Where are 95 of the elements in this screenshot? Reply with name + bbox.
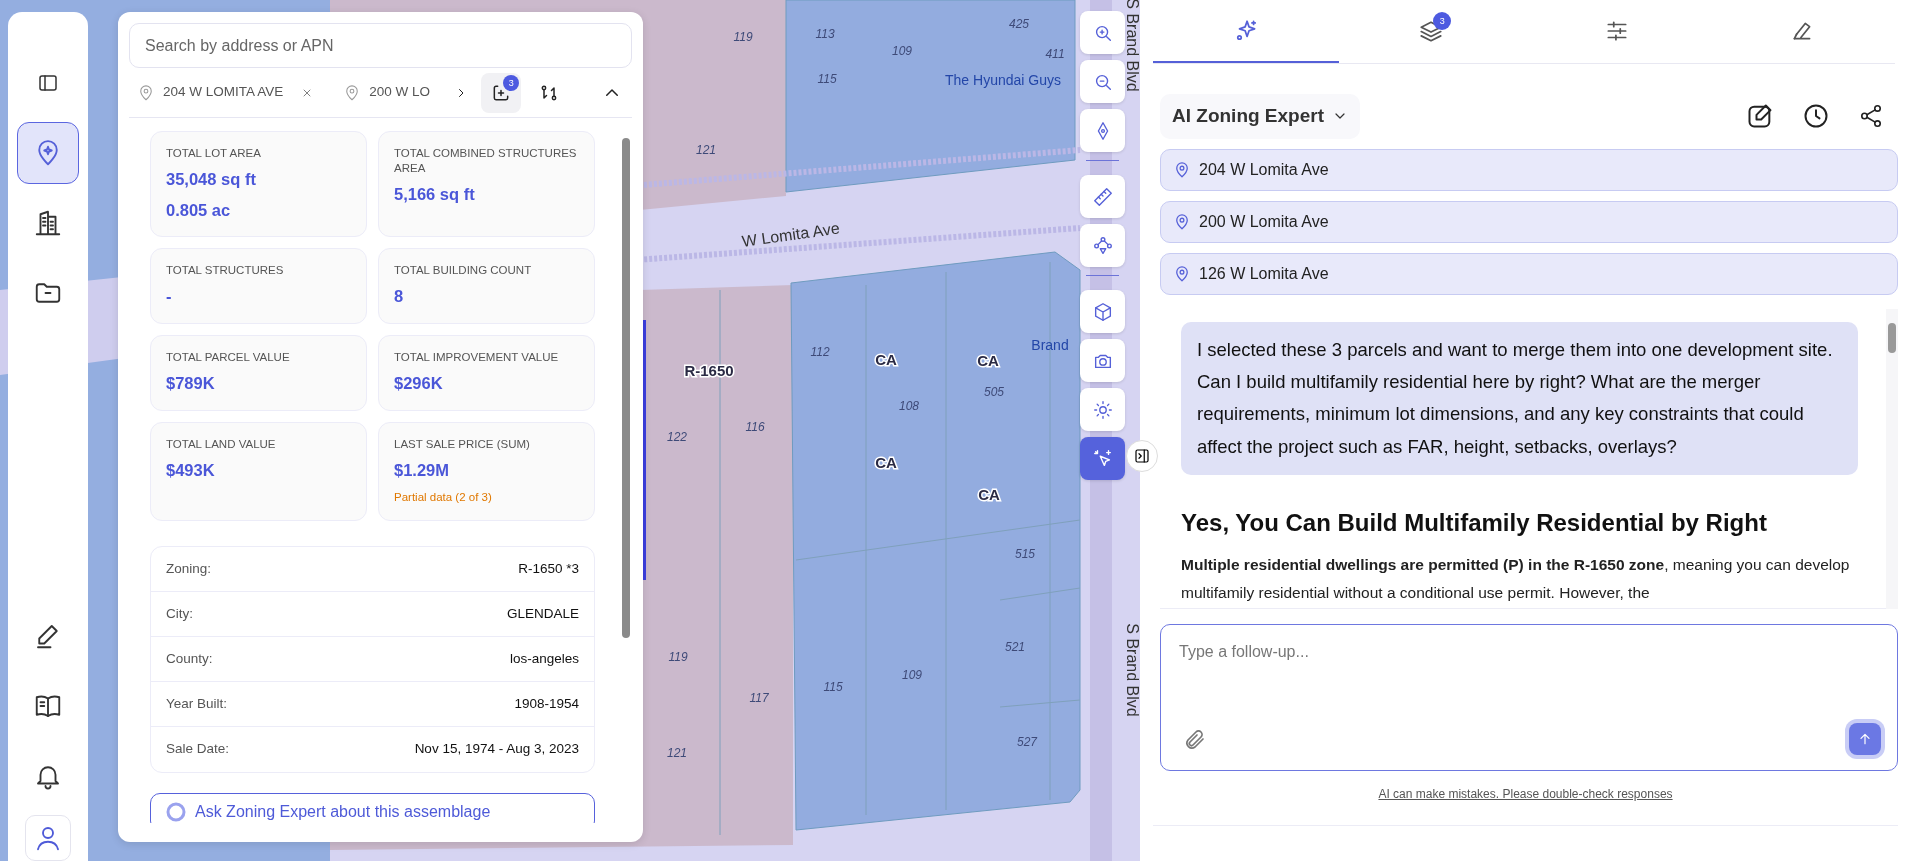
lot-number: 109	[902, 668, 922, 683]
address-text: 204 W Lomita Ave	[1199, 159, 1329, 180]
map-tool-button[interactable]	[1080, 175, 1125, 218]
stat-value: $493K	[166, 459, 216, 481]
stat-value: 35,048 sq ft	[166, 168, 257, 190]
scrollbar[interactable]	[1886, 308, 1898, 609]
stat-label: TOTAL LAND VALUE	[166, 436, 277, 452]
stat-label: TOTAL STRUCTURES	[166, 263, 285, 279]
panel-tab[interactable]: 3	[1338, 0, 1524, 63]
map-tool-button[interactable]	[1080, 109, 1125, 152]
user-message: I selected these 3 parcels and want to merge them into one development site. Can I build multifamily residential here by right? What are the merger requirements, minimum lot dimensions, and any key constraints that could affect the project such as FAR, height, setbacks, overlays?	[1181, 321, 1858, 475]
stat-value: 8	[394, 286, 405, 308]
zone-label: CA	[875, 453, 897, 471]
lot-number: 117	[749, 691, 769, 706]
detail-value: R-1650 *3	[518, 559, 579, 578]
detail-value: GLENDALE	[506, 604, 579, 623]
lot-number: 115	[817, 72, 837, 87]
map-tool-button[interactable]	[1080, 11, 1125, 54]
panel-toggle-icon	[1133, 446, 1151, 466]
building-icon	[33, 208, 63, 238]
lot-number: 515	[1015, 547, 1035, 562]
lot-number: 109	[892, 44, 912, 59]
polygon-icon	[1091, 234, 1114, 257]
lot-number: 425	[1009, 17, 1029, 32]
detail-value: los-angeles	[509, 649, 579, 668]
street-label: W Lomita Ave	[740, 219, 841, 250]
stat-value: $296K	[394, 373, 444, 395]
ruler-icon	[1091, 185, 1114, 208]
lot-number: 521	[1005, 640, 1025, 655]
response-text: Multiple residential dwellings are permitted (P) in the R-1650 zone, meaning you can develop multifamily residential without a conditional use permit. However, the	[1181, 555, 1851, 603]
map-tool-button[interactable]	[1080, 437, 1125, 480]
pin-icon	[1173, 160, 1191, 179]
lot-number: 119	[733, 30, 753, 45]
pin-icon	[137, 83, 155, 102]
zone-label: R-1650	[684, 361, 734, 379]
parcel-chip[interactable]: 200 W LO	[369, 82, 434, 103]
detail-label: City:	[166, 604, 193, 623]
detail-label: Year Built:	[166, 694, 228, 713]
lot-number: 122	[667, 430, 687, 445]
map-tool-button[interactable]	[1080, 224, 1125, 267]
lot-number: 121	[667, 746, 687, 761]
lot-number: 116	[745, 420, 765, 435]
ring-icon	[165, 800, 187, 823]
agent-dropdown[interactable]: AI Zoning Expert	[1160, 94, 1360, 139]
detail-label: Zoning:	[166, 559, 212, 578]
map-tool-button[interactable]	[1080, 290, 1125, 333]
pin-icon	[1173, 212, 1191, 231]
response-heading: Yes, You Can Build Multifamily Residential by Right	[1181, 508, 1768, 538]
address-text: 126 W Lomita Ave	[1199, 263, 1329, 284]
lot-number: 505	[984, 385, 1004, 400]
detail-value: 1908-1954	[514, 694, 579, 713]
stat-note: Partial data (2 of 3)	[394, 489, 493, 505]
count-badge: 3	[1433, 12, 1452, 30]
ask-expert-button[interactable]: Ask Zoning Expert about this assemblage	[150, 792, 595, 823]
stat-label: TOTAL COMBINED STRUCTURES AREA	[394, 146, 578, 176]
count-badge: 3	[503, 74, 520, 91]
stat-value: 5,166 sq ft	[394, 183, 476, 205]
zone-label: CA	[875, 350, 897, 368]
place-label: The Hyundai Guys	[945, 71, 1061, 88]
map-tool-button[interactable]	[1080, 388, 1125, 431]
stat-value: $1.29M	[394, 459, 451, 481]
stat-label: TOTAL IMPROVEMENT VALUE	[394, 350, 560, 366]
share-icon	[1858, 103, 1884, 130]
assemblage-button[interactable]: 3	[481, 72, 522, 113]
lot-number: 108	[899, 399, 919, 414]
stat-value: $789K	[166, 373, 216, 395]
lot-number: 113	[815, 27, 835, 42]
parcel-chip[interactable]: 204 W LOMITA AVE	[163, 82, 284, 103]
address-text: 200 W Lomita Ave	[1199, 211, 1329, 232]
place-label: Brand	[1031, 336, 1069, 353]
stat-label: TOTAL PARCEL VALUE	[166, 350, 291, 366]
stat-label: LAST SALE PRICE (SUM)	[394, 436, 531, 452]
zone-label: CA	[978, 485, 1000, 503]
paperclip-icon	[1183, 727, 1207, 752]
search-field[interactable]: Search by address or APN	[129, 23, 632, 68]
detail-label: County:	[166, 649, 213, 668]
stat-value: -	[166, 286, 173, 308]
detail-label: Sale Date:	[166, 740, 230, 759]
zone-label: CA	[977, 351, 999, 369]
disclaimer-link[interactable]: AI can make mistakes. Please double-check responses	[1378, 786, 1673, 801]
lot-number: 112	[810, 345, 830, 360]
map-tool-button[interactable]	[1080, 60, 1125, 103]
stat-label: TOTAL LOT AREA	[166, 146, 262, 161]
detail-value: Nov 15, 1974 - Aug 3, 2023	[414, 740, 579, 759]
stat-label: TOTAL BUILDING COUNT	[394, 263, 533, 279]
stat-value: 0.805 ac	[166, 199, 232, 221]
sun-icon	[1091, 398, 1114, 421]
map-tool-button[interactable]	[1080, 339, 1125, 382]
lot-number: 115	[823, 680, 843, 695]
lot-number: 121	[696, 143, 716, 158]
pin-icon	[1173, 264, 1191, 283]
lot-number: 119	[668, 650, 688, 665]
lot-number: 411	[1045, 47, 1065, 62]
lot-number: 527	[1017, 735, 1037, 750]
street-label: S Brand Blvd	[1123, 623, 1140, 717]
